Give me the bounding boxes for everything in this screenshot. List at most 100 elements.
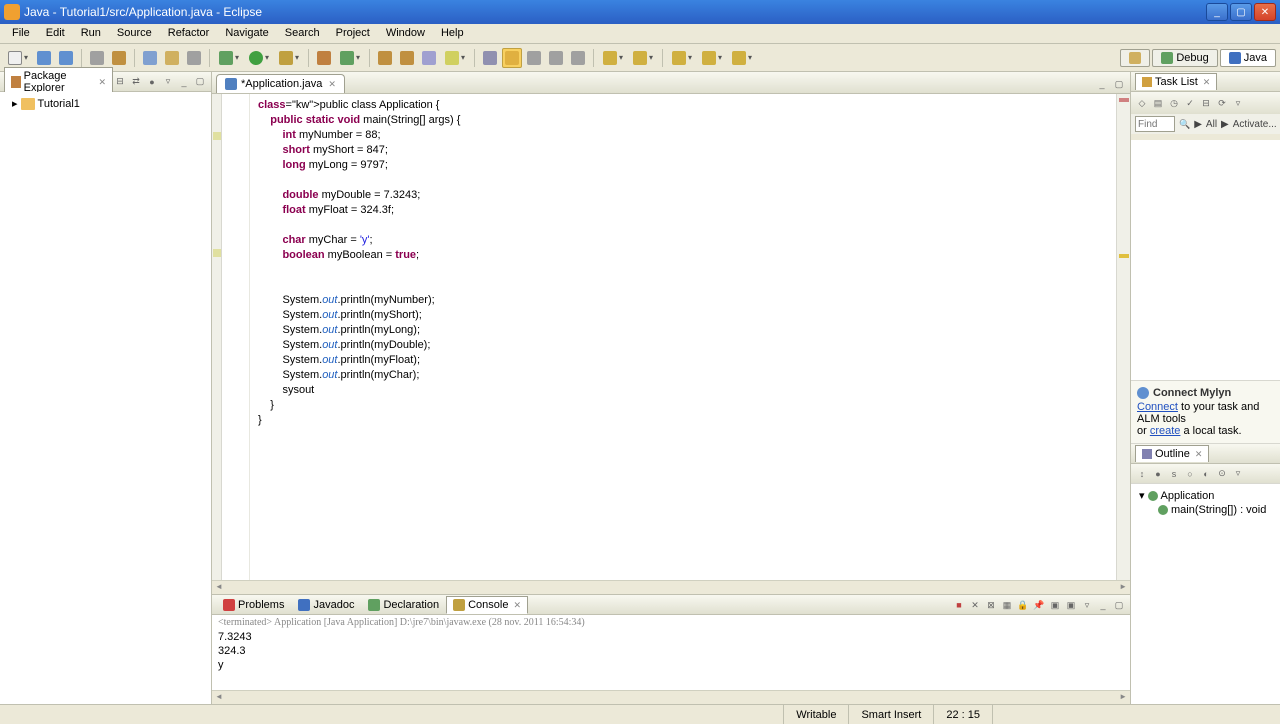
warning-marker-icon[interactable] [1119, 254, 1129, 258]
toggle-focus-button[interactable] [502, 48, 522, 68]
last-edit-button[interactable] [668, 48, 696, 68]
collapse-all-icon[interactable]: ⊟ [113, 75, 127, 89]
project-item[interactable]: ▸ Tutorial1 [4, 96, 207, 111]
editor-horizontal-scrollbar[interactable] [212, 580, 1130, 594]
menu-search[interactable]: Search [277, 24, 328, 43]
minimize-view-icon[interactable]: _ [177, 75, 191, 89]
save-all-button[interactable] [56, 48, 76, 68]
terminate-icon[interactable]: ■ [952, 598, 966, 612]
code-editor[interactable]: class="kw">public class Application { pu… [212, 94, 1130, 580]
minimize-console-icon[interactable]: _ [1096, 598, 1110, 612]
warning-marker-icon[interactable] [213, 249, 221, 257]
tasklist-body[interactable] [1131, 140, 1280, 380]
show-whitespace-button[interactable] [524, 48, 544, 68]
menu-run[interactable]: Run [73, 24, 109, 43]
menu-navigate[interactable]: Navigate [217, 24, 276, 43]
hide-local-icon[interactable]: ◐ [1199, 467, 1213, 481]
console-menu-icon[interactable]: ▿ [1080, 598, 1094, 612]
find-nav2[interactable]: ▶ [1221, 119, 1229, 130]
menu-edit[interactable]: Edit [38, 24, 73, 43]
pin-editor-button[interactable] [480, 48, 500, 68]
console-view[interactable]: <terminated> Application [Java Applicati… [212, 615, 1130, 690]
backward-button[interactable] [728, 48, 756, 68]
folding-gutter[interactable] [222, 94, 250, 580]
java-perspective[interactable]: Java [1220, 49, 1276, 67]
categorize-icon[interactable]: ▤ [1151, 96, 1165, 110]
tab-console[interactable]: Console✕ [446, 596, 528, 614]
new-package-button[interactable] [314, 48, 334, 68]
find-input[interactable] [1135, 116, 1175, 132]
hide-fields-icon[interactable]: ● [1151, 467, 1165, 481]
tab-problems[interactable]: Problems [216, 596, 291, 614]
tasklist-menu-icon[interactable]: ▿ [1231, 96, 1245, 110]
create-link[interactable]: create [1150, 425, 1181, 437]
focus-icon[interactable]: ⊙ [1215, 467, 1229, 481]
menu-project[interactable]: Project [328, 24, 378, 43]
outline-item[interactable]: main(String[]) : void [1135, 503, 1276, 517]
new-task-icon[interactable]: ◇ [1135, 96, 1149, 110]
focus-task-icon[interactable]: ● [145, 75, 159, 89]
sort-icon[interactable]: ↕ [1135, 467, 1149, 481]
outline-item[interactable]: ▾Application [1135, 488, 1276, 503]
view-menu-icon[interactable]: ▿ [161, 75, 175, 89]
next-button[interactable] [546, 48, 566, 68]
menu-file[interactable]: File [4, 24, 38, 43]
outline-menu-icon[interactable]: ▿ [1231, 467, 1245, 481]
focus-workweek-icon[interactable]: ✓ [1183, 96, 1197, 110]
schedule-icon[interactable]: ◷ [1167, 96, 1181, 110]
menu-help[interactable]: Help [433, 24, 472, 43]
maximize-view-icon[interactable]: ▢ [193, 75, 207, 89]
synchronize-icon[interactable]: ⟳ [1215, 96, 1229, 110]
overview-ruler[interactable] [1116, 94, 1130, 580]
warning-marker-icon[interactable] [213, 132, 221, 140]
console-horizontal-scrollbar[interactable] [212, 690, 1130, 704]
annotation-ruler[interactable] [212, 94, 222, 580]
remove-all-icon[interactable]: ⊠ [984, 598, 998, 612]
open-perspective-button[interactable] [1120, 49, 1150, 67]
maximize-console-icon[interactable]: ▢ [1112, 598, 1126, 612]
debug-button[interactable] [215, 48, 243, 68]
run-last-button[interactable] [275, 48, 303, 68]
annotation-button[interactable] [441, 48, 469, 68]
find-all[interactable]: All [1206, 119, 1217, 130]
tab-declaration[interactable]: Declaration [361, 596, 446, 614]
menu-source[interactable]: Source [109, 24, 160, 43]
scroll-lock-icon[interactable]: 🔒 [1016, 598, 1030, 612]
menu-refactor[interactable]: Refactor [160, 24, 218, 43]
outline-tab[interactable]: Outline ✕ [1135, 445, 1209, 462]
editor-tab[interactable]: *Application.java ✕ [216, 74, 345, 93]
clear-console-icon[interactable]: ▦ [1000, 598, 1014, 612]
search-icon[interactable]: 🔍 [1179, 117, 1190, 131]
open-type-button[interactable] [375, 48, 395, 68]
maximize-editor-icon[interactable]: ▢ [1112, 77, 1126, 91]
open-console-icon[interactable]: ▣ [1064, 598, 1078, 612]
fwd-nav-button[interactable] [629, 48, 657, 68]
tasklist-tab[interactable]: Task List ✕ [1135, 73, 1217, 90]
close-icon[interactable]: ✕ [1203, 77, 1211, 88]
display-console-icon[interactable]: ▣ [1048, 598, 1062, 612]
open-task-button[interactable] [397, 48, 417, 68]
toggle-mark[interactable] [162, 48, 182, 68]
run-button[interactable] [245, 48, 273, 68]
search-button[interactable] [419, 48, 439, 68]
hide-nonpublic-icon[interactable]: ○ [1183, 467, 1197, 481]
close-icon[interactable]: ✕ [98, 77, 106, 88]
find-activate[interactable]: Activate... [1233, 119, 1277, 130]
prev-button[interactable] [568, 48, 588, 68]
hide-static-icon[interactable]: s [1167, 467, 1181, 481]
minimize-button[interactable]: _ [1206, 3, 1228, 21]
expand-icon[interactable]: ▸ [12, 97, 18, 110]
remove-launch-icon[interactable]: ✕ [968, 598, 982, 612]
find-nav[interactable]: ▶ [1194, 119, 1202, 130]
minimize-editor-icon[interactable]: _ [1095, 77, 1109, 91]
error-marker-icon[interactable] [1119, 98, 1129, 102]
close-icon[interactable]: ✕ [328, 79, 336, 90]
debug-perspective[interactable]: Debug [1152, 49, 1217, 67]
save-button[interactable] [34, 48, 54, 68]
back-nav-button[interactable] [599, 48, 627, 68]
print-button[interactable] [87, 48, 107, 68]
toggle-block[interactable] [184, 48, 204, 68]
toggle-breadcrumb[interactable] [140, 48, 160, 68]
menu-window[interactable]: Window [378, 24, 433, 43]
link-editor-icon[interactable]: ⇄ [129, 75, 143, 89]
